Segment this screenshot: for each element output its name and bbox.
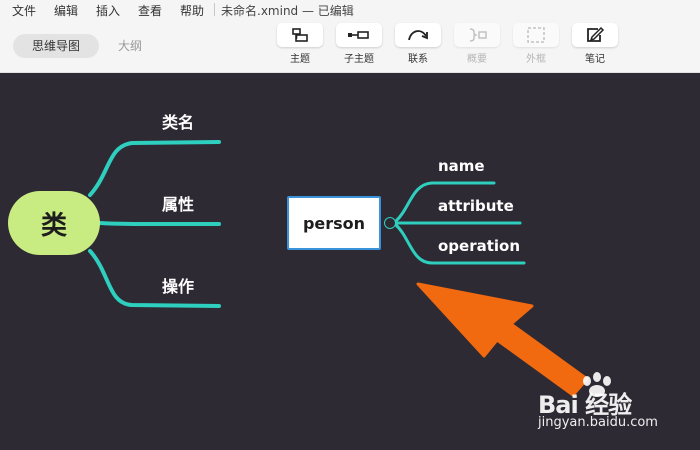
branch-line-attributes	[98, 221, 221, 226]
menu-insert[interactable]: 插入	[96, 2, 120, 19]
relationship-button[interactable]: 联系	[394, 23, 442, 65]
topic-label: 主题	[290, 54, 310, 65]
menu-help[interactable]: 帮助	[180, 2, 204, 19]
subtopic-button[interactable]: 子主题	[335, 23, 383, 65]
subtopic-icon	[348, 31, 369, 39]
subtopic-attribute[interactable]: attribute	[438, 197, 514, 215]
boundary-label: 外框	[526, 54, 546, 65]
collapse-toggle[interactable]	[384, 217, 396, 229]
menu-view[interactable]: 查看	[138, 2, 162, 19]
document-title: 未命名.xmind — 已编辑	[221, 4, 354, 18]
person-topic[interactable]: person	[287, 196, 381, 250]
subtopic-operations[interactable]: 操作	[162, 273, 194, 297]
boundary-icon	[527, 27, 545, 43]
branch-line-operations	[88, 249, 221, 308]
notes-label: 笔记	[585, 54, 605, 65]
annotation-arrow	[416, 282, 589, 397]
relationship-icon	[408, 30, 428, 41]
subtopic-class-name[interactable]: 类名	[162, 109, 194, 133]
central-topic[interactable]: 类	[8, 191, 100, 255]
topic-button[interactable]: 主题	[276, 23, 324, 65]
topic-icon	[292, 28, 308, 42]
branch-line-class-name	[88, 140, 221, 197]
summary-label: 概要	[467, 54, 487, 65]
menu-bar: 文件 编辑 插入 查看 帮助 未命名.xmind — 已编辑	[0, 0, 700, 20]
summary-button[interactable]: 概要	[453, 23, 501, 65]
tab-mind-map[interactable]: 思维导图	[13, 34, 99, 58]
tab-outline[interactable]: 大纲	[110, 34, 150, 58]
notes-button[interactable]: 笔记	[571, 23, 619, 65]
relationship-label: 联系	[408, 54, 428, 65]
notes-icon	[587, 26, 605, 42]
watermark-url: jingyan.baidu.com	[538, 415, 658, 430]
toolbar: 思维导图 大纲 主题 子主题 联系 概要 外框 笔记	[0, 20, 700, 73]
subtopic-name[interactable]: name	[438, 157, 485, 175]
subtopic-attributes[interactable]: 属性	[162, 191, 194, 215]
menu-edit[interactable]: 编辑	[54, 2, 78, 19]
boundary-button[interactable]: 外框	[512, 23, 560, 65]
subtopic-label: 子主题	[344, 54, 374, 65]
summary-icon	[469, 28, 487, 42]
menu-file[interactable]: 文件	[12, 2, 36, 19]
menu-divider	[214, 3, 215, 16]
subtopic-operation[interactable]: operation	[438, 237, 520, 255]
